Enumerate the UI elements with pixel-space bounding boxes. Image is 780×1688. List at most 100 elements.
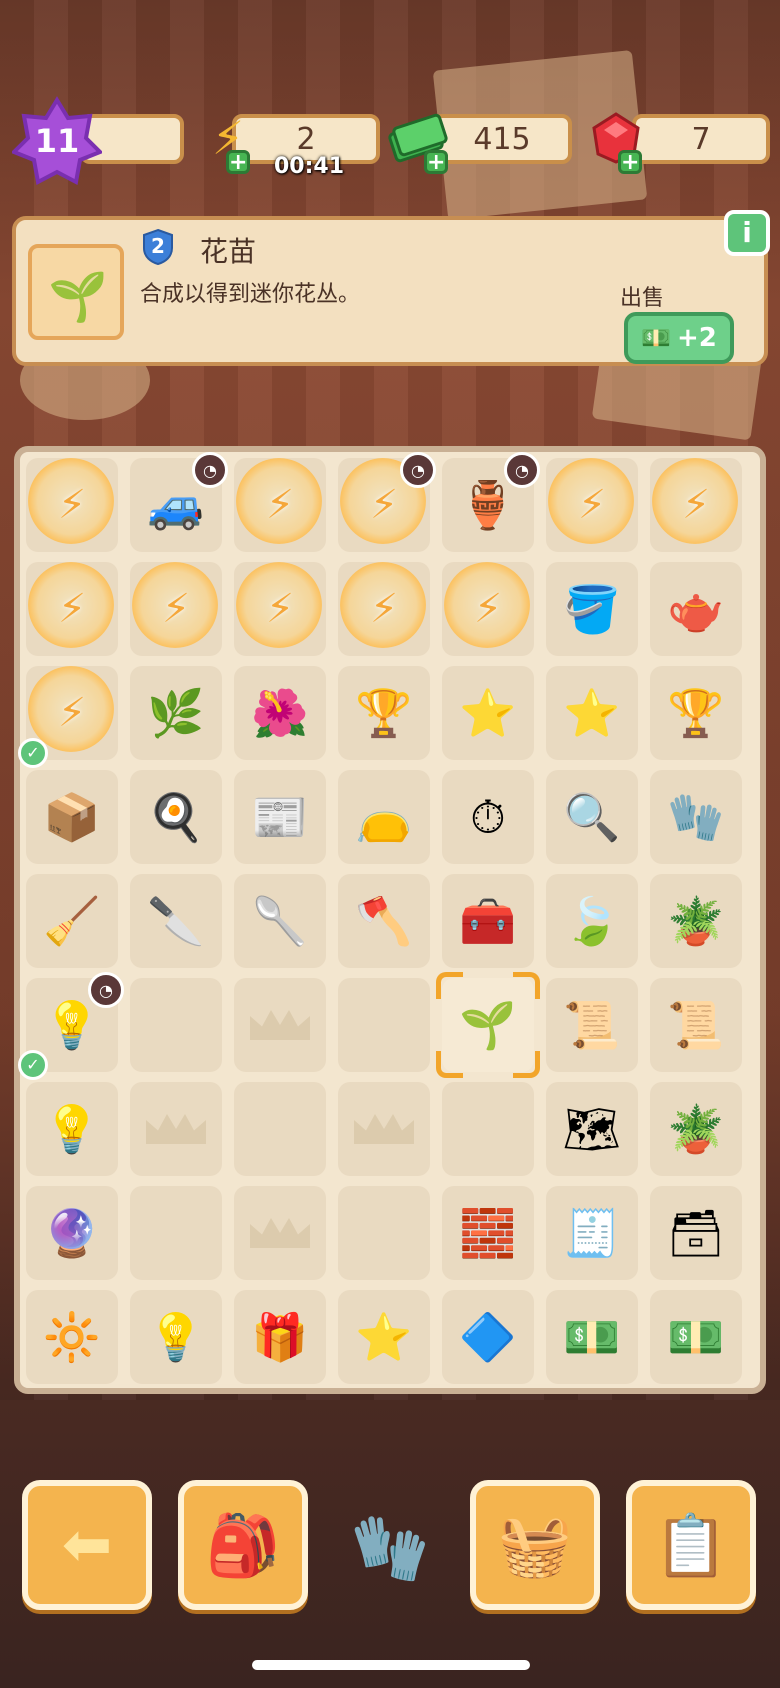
board-cell[interactable]: 📜: [546, 978, 638, 1072]
backpack-button[interactable]: 🎒: [178, 1480, 308, 1610]
sell-button[interactable]: 💵 +2: [624, 312, 734, 364]
board-cell[interactable]: 📰: [234, 770, 326, 864]
board-cell[interactable]: ⚡: [338, 562, 430, 656]
board-cell[interactable]: ⭐: [442, 666, 534, 760]
level-number: 11: [34, 122, 80, 160]
board-cell[interactable]: 🗃: [650, 1186, 742, 1280]
empty-cell[interactable]: [130, 1186, 222, 1280]
board-cell[interactable]: 🏆: [650, 666, 742, 760]
board-cell[interactable]: ⚡: [546, 458, 638, 552]
item-icon: 🔍: [563, 790, 621, 844]
energy-lock-icon: ⚡: [57, 482, 87, 528]
item-icon: 📜: [667, 998, 725, 1052]
board-cell[interactable]: ⚡: [442, 562, 534, 656]
item-icon: 🏆: [355, 686, 413, 740]
board-cell[interactable]: 🏺 ◔: [442, 452, 540, 552]
board-cell[interactable]: 🪴: [650, 1082, 742, 1176]
info-button[interactable]: i: [724, 210, 770, 256]
item-icon: 🪣: [563, 582, 621, 636]
empty-cell[interactable]: [338, 1186, 430, 1280]
item-icon: 💵: [563, 1310, 621, 1364]
board-cell[interactable]: 🚙 ◔: [130, 452, 228, 552]
board-cell[interactable]: ⚡ ◔: [338, 452, 436, 552]
energy-lock-icon: ⚡: [161, 586, 191, 632]
board-cell[interactable]: ⚡: [26, 562, 118, 656]
board-cell[interactable]: 🪴: [650, 874, 742, 968]
board-cell[interactable]: ⚡: [26, 458, 118, 552]
cash-add-icon[interactable]: +: [424, 150, 448, 174]
selection-corner: [513, 1051, 540, 1078]
back-button[interactable]: ⬅: [22, 1480, 152, 1610]
board-cell[interactable]: 🧹: [26, 874, 118, 968]
board-cell[interactable]: ⚡ ✓: [18, 666, 118, 768]
board-cell[interactable]: 🌿: [130, 666, 222, 760]
basket-icon: 🧺: [497, 1510, 573, 1581]
empty-cell[interactable]: [130, 978, 222, 1072]
glove-button[interactable]: 🧤: [340, 1498, 440, 1598]
sell-value: +2: [677, 323, 717, 353]
sell-label: 出售: [619, 286, 664, 311]
empty-cell[interactable]: [338, 1082, 430, 1176]
board-cell[interactable]: 🧰: [442, 874, 534, 968]
item-level-shield-icon: 2: [142, 228, 174, 266]
board-cell[interactable]: 🪓: [338, 874, 430, 968]
board-cell[interactable]: ⭐: [546, 666, 638, 760]
board-cell[interactable]: 💵: [546, 1290, 638, 1384]
board-cell[interactable]: 🪣: [546, 562, 638, 656]
board-cell[interactable]: ⚡: [650, 458, 742, 552]
board-cell[interactable]: 💡: [26, 1082, 118, 1176]
task-board-button[interactable]: 📋: [626, 1480, 756, 1610]
board-cell[interactable]: 🍳: [130, 770, 222, 864]
board-cell[interactable]: 💵: [650, 1290, 742, 1384]
timer-badge-icon: ◔: [192, 452, 228, 488]
board-cell[interactable]: 🌱: [436, 972, 540, 1078]
item-thumbnail: 🌱: [28, 244, 124, 340]
board-cell[interactable]: 🌺: [234, 666, 326, 760]
empty-cell[interactable]: [234, 1082, 326, 1176]
empty-cell[interactable]: [442, 1082, 534, 1176]
energy-lock-icon: ⚡: [577, 482, 607, 528]
empty-cell[interactable]: [130, 1082, 222, 1176]
item-icon: 🫖: [667, 582, 725, 636]
energy-add-icon[interactable]: +: [226, 150, 250, 174]
board-cell[interactable]: 🔮: [26, 1186, 118, 1280]
item-info-panel: 🌱 2 花苗 合成以得到迷你花丛。 出售 💵 +2 i: [12, 210, 770, 366]
cash-value: 415: [473, 121, 531, 157]
board-cell[interactable]: ⚡: [234, 562, 326, 656]
item-icon: 🎁: [251, 1310, 309, 1364]
board-cell[interactable]: 🧾: [546, 1186, 638, 1280]
empty-cell[interactable]: [234, 978, 326, 1072]
board-cell[interactable]: 🫖: [650, 562, 742, 656]
merge-board: ⚡ 🚙 ◔ ⚡ ⚡ ◔ 🏺 ◔ ⚡ ⚡ ⚡ ⚡ ⚡ ⚡ ⚡ 🪣 🫖 ⚡ ✓ 🌿 🌺 🏆 ⭐ ⭐ 🏆 📦 🍳 📰 👝 ⏱ 🔍 🧤 🧹 🔪 🥄 🪓 🧰 🍃 🪴 💡…: [14, 446, 766, 1394]
energy-lock-icon: ⚡: [369, 482, 399, 528]
board-cell[interactable]: 🍃: [546, 874, 638, 968]
board-cell[interactable]: 🧤: [650, 770, 742, 864]
item-icon: 🔪: [147, 894, 205, 948]
board-cell[interactable]: ⏱: [442, 770, 534, 864]
item-icon: 🍳: [147, 790, 205, 844]
board-cell[interactable]: 🔪: [130, 874, 222, 968]
board-cell[interactable]: 👝: [338, 770, 430, 864]
item-icon: 🗺: [562, 1102, 622, 1156]
board-cell[interactable]: 🔍: [546, 770, 638, 864]
board-cell[interactable]: 🗺: [546, 1082, 638, 1176]
board-cell[interactable]: 🧱: [442, 1186, 534, 1280]
board-cell[interactable]: 🔆: [26, 1290, 118, 1384]
board-cell[interactable]: 🥄: [234, 874, 326, 968]
empty-cell[interactable]: [234, 1186, 326, 1280]
board-cell[interactable]: 📜: [650, 978, 742, 1072]
board-cell[interactable]: 💡 ◔ ✓: [18, 972, 124, 1080]
board-cell[interactable]: ⚡: [130, 562, 222, 656]
item-icon: 🍃: [563, 894, 621, 948]
empty-cell[interactable]: [338, 978, 430, 1072]
board-cell[interactable]: 🏆: [338, 666, 430, 760]
board-cell[interactable]: 📦: [26, 770, 118, 864]
board-cell[interactable]: 💡: [130, 1290, 222, 1384]
board-cell[interactable]: 🎁: [234, 1290, 326, 1384]
gem-add-icon[interactable]: +: [618, 150, 642, 174]
board-cell[interactable]: ⚡: [234, 458, 326, 552]
board-cell[interactable]: 🔷: [442, 1290, 534, 1384]
basket-button[interactable]: 🧺: [470, 1480, 600, 1610]
item-icon: 🧹: [43, 894, 101, 948]
board-cell[interactable]: ⭐: [338, 1290, 430, 1384]
